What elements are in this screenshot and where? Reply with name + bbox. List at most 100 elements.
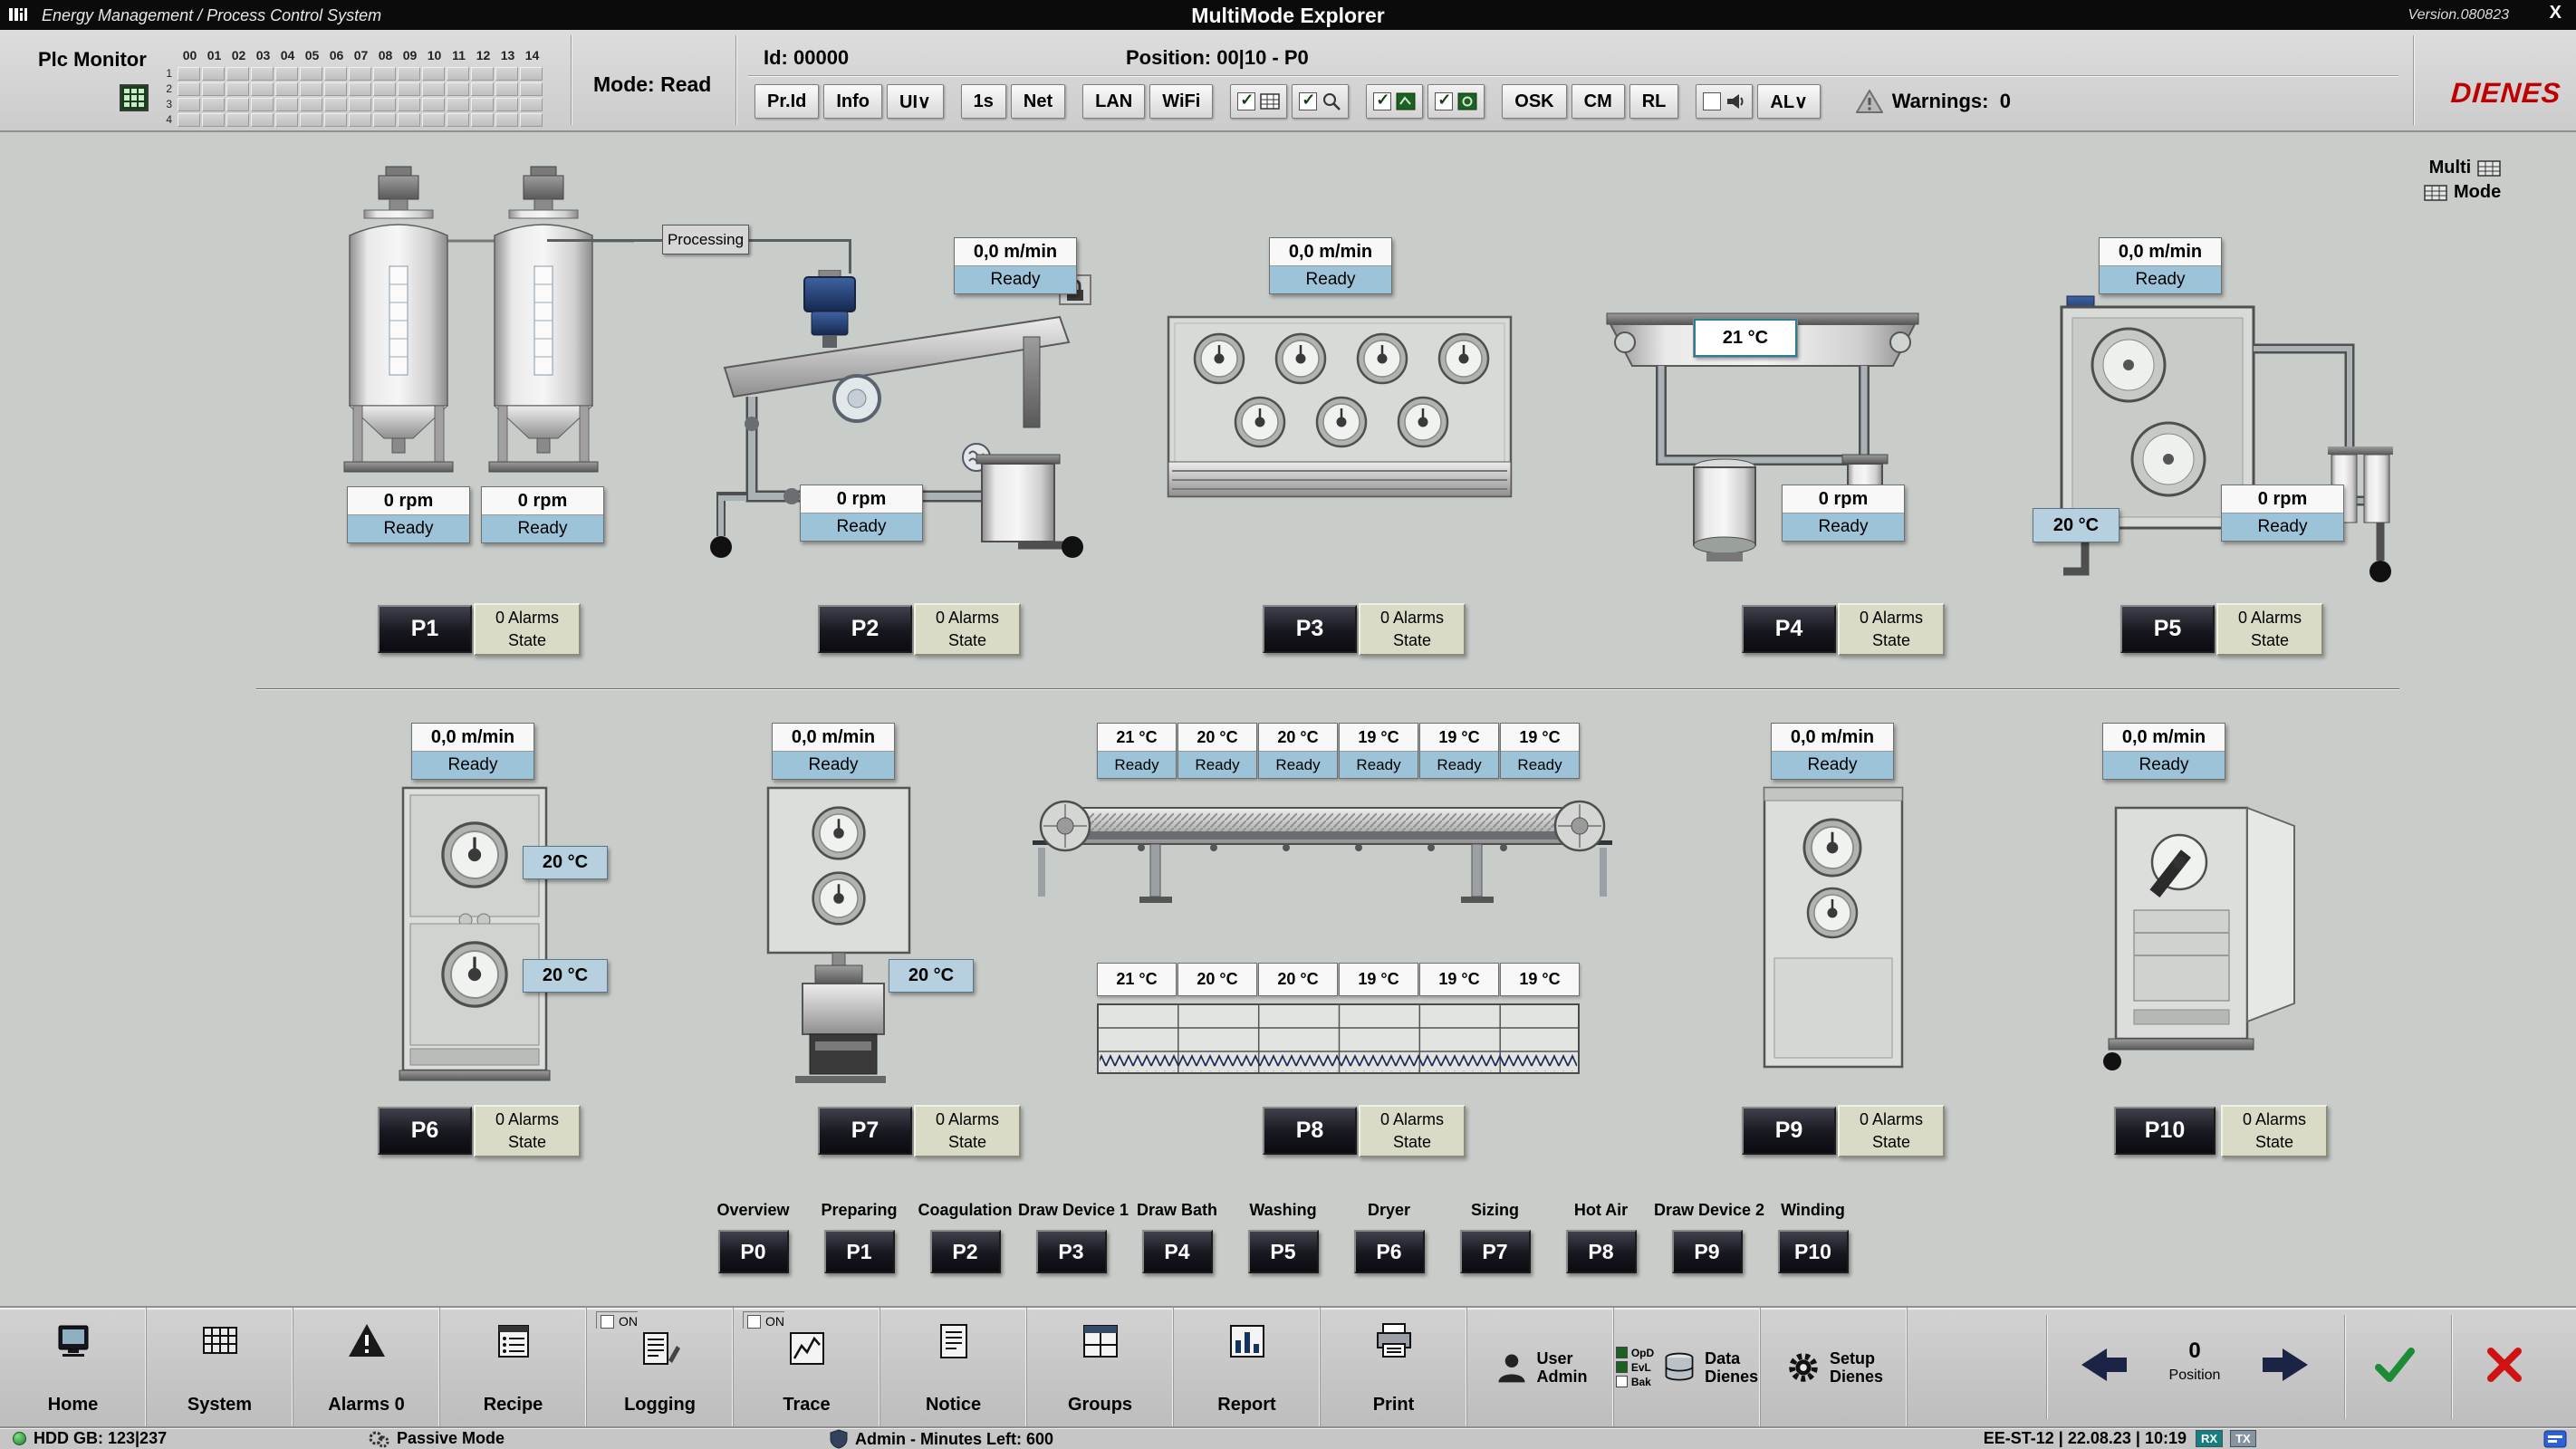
status-state: Ready <box>801 513 922 541</box>
trace-on-checkbox[interactable]: ON <box>743 1311 784 1329</box>
p8-hot-air-dryer-graphic <box>1014 784 1630 938</box>
plc-cell <box>471 67 494 81</box>
position-prev-button[interactable] <box>2074 1344 2132 1388</box>
hdd-status: HDD GB: 123|237 <box>13 1429 167 1448</box>
p4-alarms-state[interactable]: 0 Alarms State <box>1838 603 1945 656</box>
data-dienes-button[interactable]: OpD EvL Bak Data Dienes <box>1614 1308 1761 1426</box>
print-button[interactable]: Print <box>1321 1308 1467 1426</box>
status-state: Ready <box>1178 752 1256 778</box>
lan-button[interactable]: LAN <box>1082 84 1145 119</box>
marker-toggle-1[interactable] <box>1366 84 1423 119</box>
plc-cell <box>447 82 469 96</box>
p3-alarms-state[interactable]: 0 Alarms State <box>1359 603 1466 656</box>
station-button-p3[interactable]: P3 <box>1263 605 1357 653</box>
status-state: Ready <box>1259 752 1337 778</box>
nav-section-button[interactable]: P7 <box>1460 1230 1531 1273</box>
cross-icon <box>2484 1344 2525 1386</box>
plc-cell <box>422 98 445 111</box>
close-button[interactable]: X <box>2550 3 2562 24</box>
net-button[interactable]: Net <box>1011 84 1065 119</box>
station-button-p6[interactable]: P6 <box>378 1107 472 1155</box>
station-button-p2[interactable]: P2 <box>818 605 912 653</box>
plc-cell <box>495 113 518 127</box>
info-button[interactable]: Info <box>823 84 882 119</box>
confirm-button[interactable] <box>2371 1344 2418 1388</box>
toolbar-label: Admin <box>1537 1367 1588 1386</box>
audio-toggle[interactable] <box>1696 84 1753 119</box>
zone-status: 21 °C Ready <box>1097 723 1177 779</box>
p1-alarms-state[interactable]: 0 Alarms State <box>474 603 581 656</box>
logging-button[interactable]: ON Logging <box>587 1308 734 1426</box>
prid-button[interactable]: Pr.Id <box>755 84 819 119</box>
cm-button[interactable]: CM <box>1572 84 1625 119</box>
p5-alarms-state[interactable]: 0 Alarms State <box>2216 603 2323 656</box>
nav-section-button[interactable]: P2 <box>930 1230 1001 1273</box>
status-state: Ready <box>2103 752 2225 779</box>
groups-button[interactable]: Groups <box>1027 1308 1174 1426</box>
osk-button[interactable]: OSK <box>1502 84 1566 119</box>
zoom-toggle[interactable] <box>1292 84 1349 119</box>
station-button-p10[interactable]: P10 <box>2114 1107 2216 1155</box>
nav-section-button[interactable]: P10 <box>1778 1230 1849 1273</box>
nav-section-button[interactable]: P9 <box>1672 1230 1743 1273</box>
nav-section-button[interactable]: P0 <box>718 1230 789 1273</box>
nav-section-button[interactable]: P1 <box>824 1230 895 1273</box>
status-value: 0 rpm <box>1783 485 1904 513</box>
station-button-p4[interactable]: P4 <box>1742 605 1836 653</box>
al-dropdown-button[interactable]: AL∨ <box>1757 84 1820 119</box>
alarms-count: 0 Alarms <box>2238 607 2302 629</box>
hdd-text: HDD GB: 123|237 <box>34 1429 167 1448</box>
user-admin-button[interactable]: User Admin <box>1467 1308 1614 1426</box>
status-value: 0,0 m/min <box>1772 724 1893 752</box>
plc-column-label: 02 <box>226 48 251 62</box>
station-button-p1[interactable]: P1 <box>378 605 472 653</box>
plc-cell <box>422 67 445 81</box>
status-state: Ready <box>1501 752 1579 778</box>
station-button-p8[interactable]: P8 <box>1263 1107 1357 1155</box>
p10-alarms-state[interactable]: 0 Alarms State <box>2221 1105 2328 1157</box>
p2-alarms-state[interactable]: 0 Alarms State <box>914 603 1021 656</box>
station-button-p5[interactable]: P5 <box>2120 605 2215 653</box>
plc-cell <box>300 67 322 81</box>
rl-button[interactable]: RL <box>1629 84 1679 119</box>
alarms-count: 0 Alarms <box>1860 607 1923 629</box>
p2-line-speed-status: 0,0 m/min Ready <box>954 237 1077 294</box>
logging-on-checkbox[interactable]: ON <box>596 1311 638 1329</box>
interval-button[interactable]: 1s <box>961 84 1006 119</box>
nav-section-button[interactable]: P8 <box>1566 1230 1637 1273</box>
nav-section-button[interactable]: P5 <box>1248 1230 1319 1273</box>
header-separator <box>2413 35 2415 125</box>
trace-button[interactable]: ON Trace <box>734 1308 880 1426</box>
ui-dropdown-button[interactable]: UI∨ <box>887 84 944 119</box>
p9-alarms-state[interactable]: 0 Alarms State <box>1838 1105 1945 1157</box>
plc-cell <box>178 82 200 96</box>
option-label: EvL <box>1631 1361 1651 1374</box>
report-button[interactable]: Report <box>1174 1308 1321 1426</box>
p6-alarms-state[interactable]: 0 Alarms State <box>474 1105 581 1157</box>
p7-alarms-state[interactable]: 0 Alarms State <box>914 1105 1021 1157</box>
home-button[interactable]: Home <box>0 1308 147 1426</box>
station-button-p9[interactable]: P9 <box>1742 1107 1836 1155</box>
position-next-button[interactable] <box>2257 1344 2315 1388</box>
notice-button[interactable]: Notice <box>880 1308 1027 1426</box>
alarms-button[interactable]: Alarms 0 <box>293 1308 440 1426</box>
process-section-nav: Overview P0 Preparing P1 Coagulation P2 … <box>700 1201 1866 1273</box>
alarms-count: 0 Alarms <box>1380 607 1444 629</box>
checkbox-checked-icon <box>1299 92 1317 110</box>
data-option-checkboxes[interactable]: OpD EvL Bak <box>1616 1347 1654 1388</box>
page-title: MultiMode Explorer <box>1191 4 1384 28</box>
system-button[interactable]: System <box>147 1308 293 1426</box>
toolbar-divider <box>2451 1315 2453 1419</box>
nav-section-button[interactable]: P3 <box>1036 1230 1107 1273</box>
nav-section-button[interactable]: P4 <box>1142 1230 1213 1273</box>
recipe-button[interactable]: Recipe <box>440 1308 587 1426</box>
marker-toggle-2[interactable] <box>1427 84 1485 119</box>
grid-view-toggle[interactable] <box>1230 84 1287 119</box>
nav-section-button[interactable]: P6 <box>1354 1230 1425 1273</box>
setup-dienes-button[interactable]: Setup Dienes <box>1761 1308 1908 1426</box>
wifi-button[interactable]: WiFi <box>1149 84 1213 119</box>
cancel-button[interactable] <box>2484 1344 2525 1388</box>
plc-cell <box>398 67 420 81</box>
p8-alarms-state[interactable]: 0 Alarms State <box>1359 1105 1466 1157</box>
station-button-p7[interactable]: P7 <box>818 1107 912 1155</box>
